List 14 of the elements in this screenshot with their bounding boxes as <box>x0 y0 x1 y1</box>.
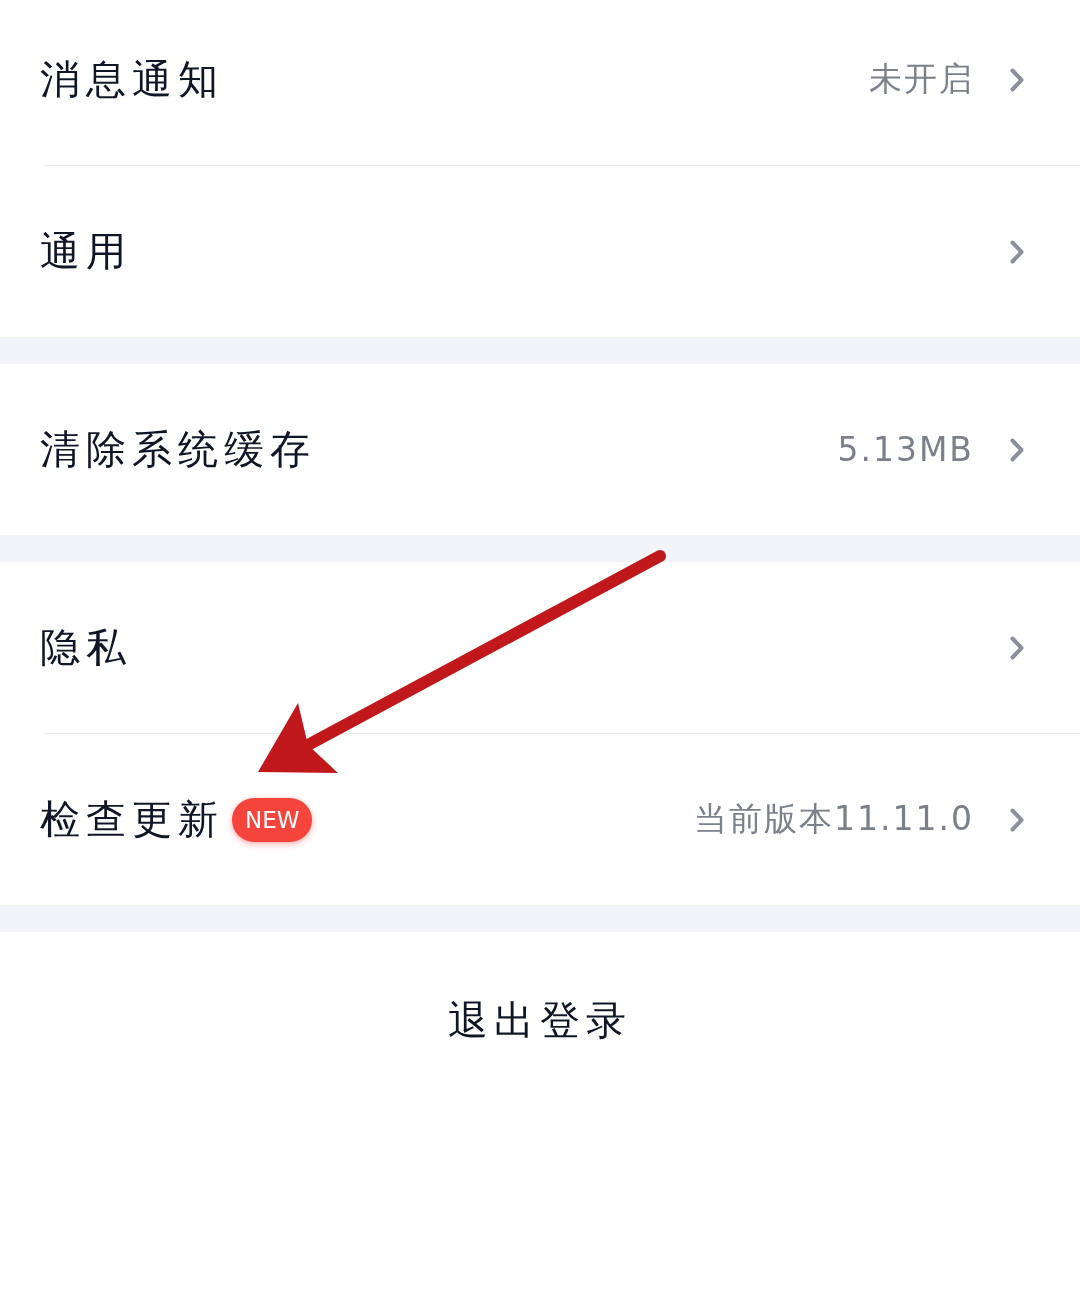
chevron-icon <box>1010 437 1024 462</box>
chevron-icon <box>1010 239 1024 264</box>
update-badge: NEW <box>232 797 313 842</box>
chevron-icon <box>1010 635 1024 660</box>
chevron-icon <box>1010 807 1024 832</box>
row-label: 消息通知 <box>40 55 224 104</box>
row-value: 当前版本11.11.0 <box>694 798 974 840</box>
row-value: 5.13MB <box>837 430 974 469</box>
chevron-icon <box>1010 67 1024 92</box>
row-label: 检查更新 <box>40 795 224 844</box>
row-label: 隐私 <box>40 623 132 672</box>
row-label: 清除系统缓存 <box>40 425 316 474</box>
row-value: 未开启 <box>869 58 974 100</box>
row-label: 通用 <box>40 227 132 276</box>
